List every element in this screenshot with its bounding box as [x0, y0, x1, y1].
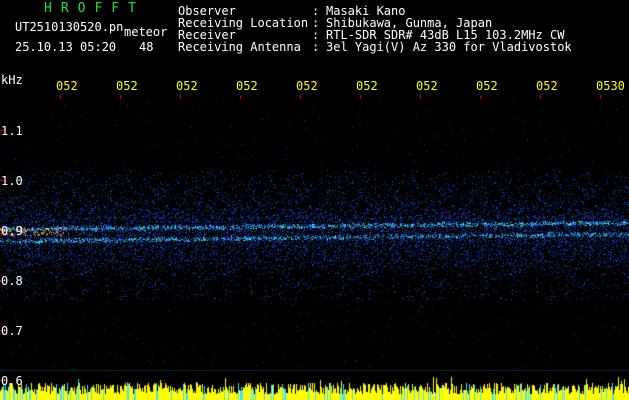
- time-label: 052: [176, 79, 198, 93]
- file-name: UT2510130520.pn: [15, 20, 124, 34]
- frequency-label: 0.9: [1, 224, 23, 238]
- hrofft-screen: HROFFT UT2510130520.pn meteor 25.10.13 0…: [0, 0, 629, 400]
- meteor-count: 48: [139, 40, 154, 54]
- frequency-label: 0.7: [1, 324, 23, 338]
- time-label: 052: [56, 79, 78, 93]
- frequency-unit: kHz: [1, 73, 23, 87]
- info-label: Receiving Antenna: [178, 40, 301, 54]
- time-label: 052: [296, 79, 318, 93]
- spectrogram-plot: [0, 0, 629, 400]
- time-label: 052: [116, 79, 138, 93]
- time-label: 052: [356, 79, 378, 93]
- info-sep: :: [312, 40, 320, 54]
- time-label: 052: [416, 79, 438, 93]
- info-value: 3el Yagi(V) Az 330 for Vladivostok: [326, 40, 572, 54]
- frequency-label: 1.1: [1, 124, 23, 138]
- time-label: 052: [236, 79, 258, 93]
- app-title: HROFFT: [44, 1, 145, 16]
- frequency-label: 0.8: [1, 274, 23, 288]
- date-time: 25.10.13 05:20: [15, 40, 117, 54]
- frequency-label: 1.0: [1, 174, 23, 188]
- station-info: Observer : Masaki Kano Receiving Locatio…: [178, 5, 618, 53]
- time-label: 0530: [596, 79, 625, 93]
- time-label: 052: [476, 79, 498, 93]
- time-label: 052: [536, 79, 558, 93]
- mode-label: meteor: [124, 25, 168, 39]
- info-row-antenna: Receiving Antenna : 3el Yagi(V) Az 330 f…: [178, 41, 618, 53]
- frequency-label: 0.6: [1, 374, 23, 388]
